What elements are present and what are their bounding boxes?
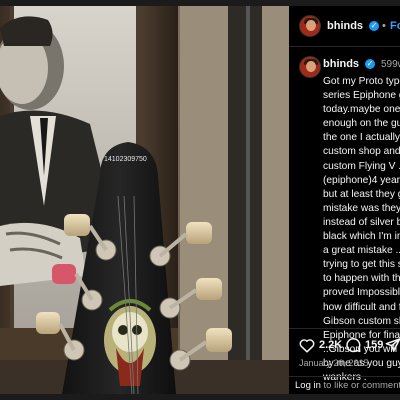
caption-line: but at least they go <box>323 188 400 200</box>
photo-illustration: 14102309750 <box>0 6 289 394</box>
instagram-post-window: 14102309750 bhinds ✓ • F bhinds ✓ 599 Go… <box>0 0 400 400</box>
caption-line: a great mistake ..de <box>323 245 400 257</box>
send-icon[interactable] <box>385 337 400 353</box>
caption-line: custom Flying V .it <box>323 160 400 172</box>
caption-line: mistake was they p <box>323 202 400 214</box>
caption-username[interactable]: bhinds <box>323 58 359 70</box>
caption-line: black which I'm in l <box>323 231 400 243</box>
author-avatar[interactable] <box>299 15 321 37</box>
caption-line: custom shop and it <box>323 146 400 158</box>
login-prompt-bar: Log in to like or comment <box>289 376 400 394</box>
comment-action[interactable]: 159 <box>345 334 383 356</box>
share-action[interactable] <box>385 334 400 356</box>
post-photo[interactable]: 14102309750 <box>0 6 289 394</box>
post-date: January 20, 2015 <box>299 358 369 368</box>
caption-line: trying to get this si <box>323 259 400 271</box>
caption-line: Gibson custom sho <box>323 315 400 327</box>
like-action[interactable]: 2.2K <box>299 334 342 356</box>
header-verified-icon: ✓ <box>369 21 379 31</box>
post-header: bhinds ✓ • Follow <box>289 6 400 47</box>
heart-outline-icon[interactable] <box>299 338 315 353</box>
caption-author-avatar[interactable] <box>299 56 321 78</box>
caption-line: Got my Proto type <box>323 76 400 87</box>
actions-divider <box>289 328 400 329</box>
caption-line: (epiphone)4 years t <box>323 174 400 186</box>
caption-line: enough on the gui <box>323 118 400 130</box>
caption-avatar-face <box>306 61 316 72</box>
caption-verified-icon: ✓ <box>365 59 375 69</box>
post-details-pane: bhinds ✓ • Follow bhinds ✓ 599w Got my P… <box>289 6 400 394</box>
guitar-serial-number: 14102309750 <box>104 156 147 163</box>
post-time-ago[interactable]: 599w <box>381 59 400 70</box>
caption-line: instead of silver bu <box>323 216 400 228</box>
login-prompt: Log in to like or comment <box>295 380 400 391</box>
header-username[interactable]: bhinds <box>327 20 363 32</box>
caption-line: the one I actually p <box>323 132 400 144</box>
comment-bubble-icon[interactable] <box>345 337 361 353</box>
header-separator: • <box>382 20 386 32</box>
like-count[interactable]: 2.2K <box>319 339 342 351</box>
caption-line: to happen with the <box>323 273 400 285</box>
window-bottom-edge <box>0 394 400 400</box>
comment-count[interactable]: 159 <box>365 339 383 351</box>
caption-line: series Epiphone gu <box>323 90 400 102</box>
follow-button[interactable]: Follow <box>390 20 400 32</box>
caption-line: how difficult and fl <box>323 301 400 313</box>
avatar-face <box>306 20 316 31</box>
caption-line: proved Impossible <box>323 287 400 299</box>
login-prompt-suffix: to like or comment <box>320 380 400 391</box>
caption-line: today.maybe one c <box>323 104 400 116</box>
login-link[interactable]: Log in <box>295 380 321 391</box>
post-actions-bar: 2.2K 159 <box>289 334 400 358</box>
